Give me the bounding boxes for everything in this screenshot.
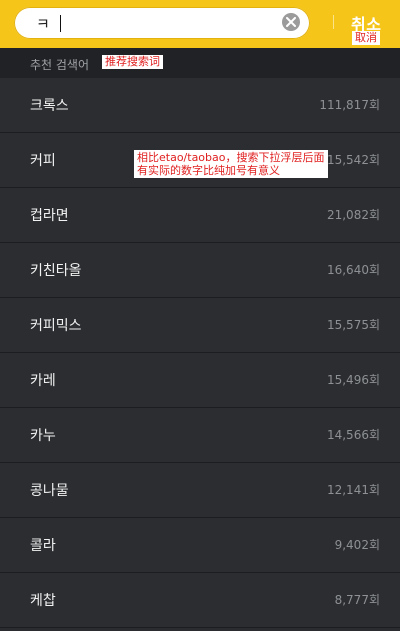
- clear-icon[interactable]: [282, 13, 300, 31]
- list-item[interactable]: 콜라 9,402회: [0, 518, 400, 573]
- suggestion-count: 21,082회: [326, 208, 380, 222]
- cancel-annotation: 取消: [352, 31, 380, 45]
- list-item[interactable]: 크록스 111,817회: [0, 78, 400, 133]
- suggestion-term: 크록스: [30, 98, 69, 114]
- suggestion-term: 카레: [30, 373, 56, 389]
- suggestion-count: 15,496회: [326, 373, 380, 387]
- design-annotation: 相比etao/taobao，搜索下拉浮层后面 有实际的数字比纯加号有意义: [134, 150, 328, 178]
- suggestion-term: 콩나물: [30, 483, 69, 499]
- suggestion-count: 14,566회: [326, 428, 380, 442]
- list-item[interactable]: 컵라면 21,082회: [0, 188, 400, 243]
- search-input[interactable]: [36, 12, 266, 34]
- suggestion-count: 16,640회: [326, 263, 380, 277]
- list-item[interactable]: 커피믹스 15,575회: [0, 298, 400, 353]
- suggestion-term: 카누: [30, 428, 56, 444]
- suggestion-count: 12,141회: [326, 483, 380, 497]
- suggestion-count: 8,777회: [334, 593, 380, 607]
- list-item[interactable]: 콩나물 12,141회: [0, 463, 400, 518]
- list-item[interactable]: 케찹 8,777회: [0, 573, 400, 628]
- divider: [333, 15, 334, 29]
- suggestion-term: 커피믹스: [30, 318, 82, 334]
- section-title: 추천 검색어: [30, 58, 90, 72]
- suggestion-term: 케찹: [30, 593, 56, 609]
- section-header: 추천 검색어: [0, 48, 400, 78]
- suggestion-count: 111,817회: [319, 98, 380, 112]
- suggestion-count: 115,542회: [319, 153, 380, 167]
- list-item[interactable]: 키친타올 16,640회: [0, 243, 400, 298]
- text-caret: [60, 15, 61, 32]
- section-annotation: 推荐搜索词: [102, 55, 163, 69]
- suggestion-count: 15,575회: [326, 318, 380, 332]
- search-bar: 취소: [0, 0, 400, 48]
- suggestion-term: 커피: [30, 153, 56, 169]
- suggestion-term: 컵라면: [30, 208, 69, 224]
- suggestion-term: 콜라: [30, 538, 56, 554]
- search-box[interactable]: [14, 7, 310, 39]
- suggestion-term: 키친타올: [30, 263, 82, 279]
- list-item[interactable]: 카레 15,496회: [0, 353, 400, 408]
- suggestion-count: 9,402회: [334, 538, 380, 552]
- list-item[interactable]: 카누 14,566회: [0, 408, 400, 463]
